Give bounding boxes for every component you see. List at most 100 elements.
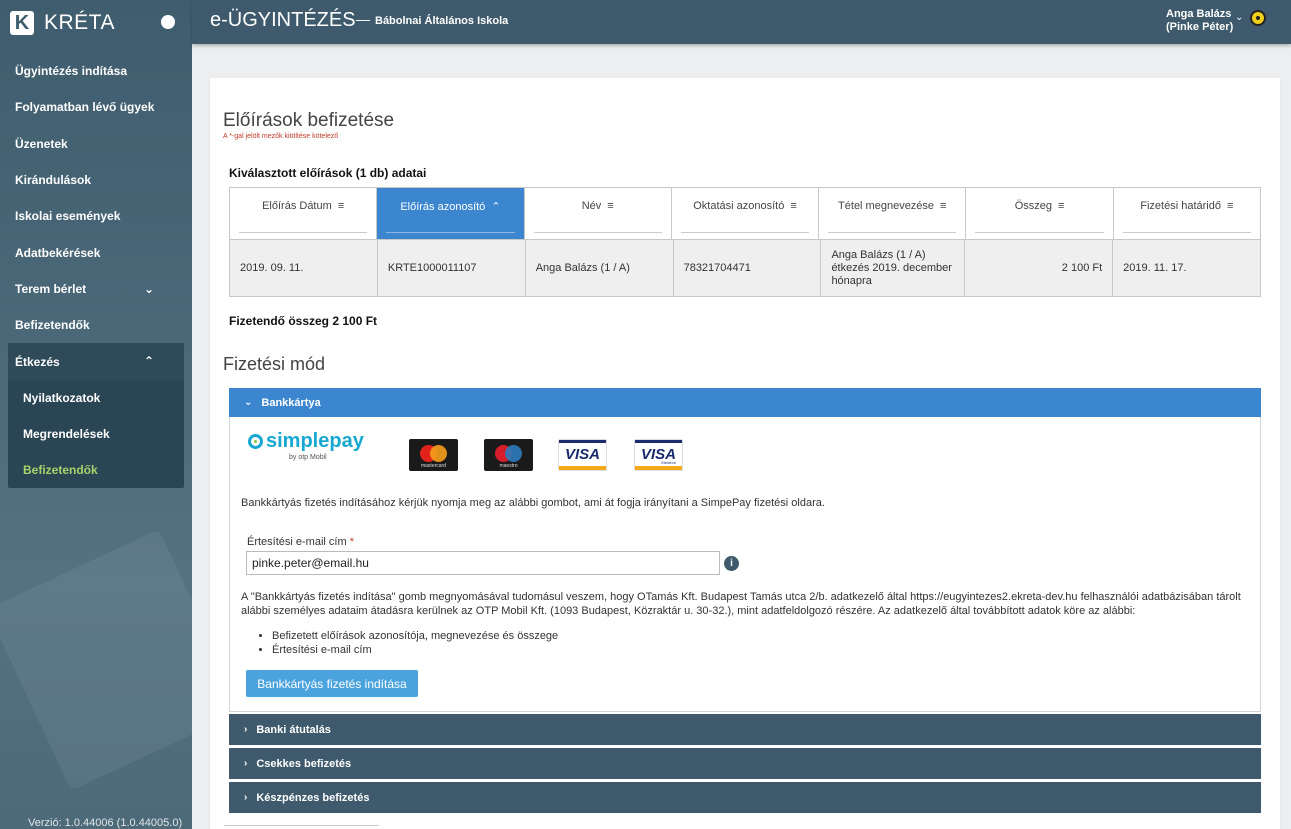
accordion-banki-atutalas: › Banki átutalás [229,714,1261,745]
user-menu[interactable]: Anga Balázs (Pinke Péter) [1166,8,1233,34]
email-label-text: Értesítési e-mail cím [247,536,347,548]
transferred-data-list: Befizetett előírások azonosítója, megnev… [257,629,558,657]
cell-tetel-megnevezese: Anga Balázs (1 / A) étkezés 2019. decemb… [821,240,966,296]
sort-ascending-icon[interactable]: ⌃ [491,200,500,213]
chevron-down-icon: ⌄ [143,281,154,296]
filter-underline [975,232,1104,233]
start-card-payment-button[interactable]: Bankkártyás fizetés indítása [246,670,418,697]
sidebar-item-etkezes[interactable]: Étkezés ⌃ [8,343,184,380]
simplepay-text: simplepay [266,430,364,452]
accordion-csekkes-befizetes: › Csekkes befizetés [229,748,1261,779]
accordion-header-banki-atutalas[interactable]: › Banki átutalás [229,714,1261,745]
filter-icon[interactable]: ≡ [1058,200,1064,212]
email-label: Értesítési e-mail cím * [247,536,354,548]
simplepay-subtitle: by otp Mobil [289,454,327,461]
accordion-body-bankkartya: simplepay by otp Mobil mastercard maestr… [229,417,1261,712]
sidebar-item-label: Üzenetek [15,136,68,151]
cell-osszeg: 2 100 Ft [965,240,1114,296]
maestro-logo-icon: maestro [484,439,533,471]
card-payment-info: Bankkártyás fizetés indításához kérjük n… [241,497,825,509]
app-title: e-ÜGYINTÉZÉS [210,9,356,31]
payment-method-title: Fizetési mód [223,354,326,374]
cell-nev: Anga Balázs (1 / A) [526,240,674,296]
consent-text: A "Bankkártyás fizetés indítása" gomb me… [241,591,1241,617]
info-icon[interactable]: i [724,556,739,571]
maestro-text: maestro [499,463,518,469]
bottom-button-edge [224,825,379,829]
filter-underline [239,232,368,233]
chevron-down-icon[interactable]: ⌄ [1235,12,1243,23]
column-header-eloiras-azonosito[interactable]: Előírás azonosító ⌃ [377,188,525,239]
simplepay-logo: simplepay by otp Mobil [248,430,364,461]
accessibility-icon[interactable] [1250,10,1266,26]
column-header-osszeg[interactable]: Összeg ≡ [966,188,1114,239]
sidebar-item-ugyintezes-inditasa[interactable]: Ügyintézés indítása [0,53,192,89]
sidebar-item-label: Iskolai események [15,209,121,224]
filter-underline [680,232,810,233]
filter-underline [1122,232,1251,233]
filter-icon[interactable]: ≡ [940,200,946,212]
sidebar-item-label: Ügyintézés indítása [15,64,128,79]
filter-icon[interactable]: ≡ [1227,200,1233,212]
accordion-header-bankkartya[interactable]: ⌄ Bankkártya [229,388,1261,417]
items-table: Előírás Dátum ≡ Előírás azonosító ⌃ Név ≡ O… [229,187,1261,297]
accordion-header-keszpenzes-befizetes[interactable]: › Készpénzes befizetés [229,782,1261,813]
app-name: KRÉTA [44,11,115,34]
app-logo[interactable]: K KRÉTA [10,10,115,36]
column-label: Összeg [1014,200,1052,212]
mastercard-logo-icon: mastercard [409,439,458,471]
sidebar: K KRÉTA Ügyintézés indítása Folyamatban … [0,0,192,829]
mastercard-text: mastercard [420,463,446,469]
filter-icon[interactable]: ≡ [790,200,796,212]
sidebar-item-label: Kirándulások [15,173,92,188]
chevron-up-icon: ⌃ [143,354,154,369]
simplepay-icon [248,434,263,449]
chevron-right-icon: › [244,792,248,803]
sidebar-item-label: Folyamatban lévő ügyek [15,100,155,115]
filter-underline [828,232,957,233]
selected-items-title: Kiválasztott előírások (1 db) adatai [229,166,427,180]
column-label: Tétel megnevezése [838,200,935,212]
cell-eloiras-azonosito: KRTE1000011107 [378,240,526,296]
accordion-label: Készpénzes befizetés [256,791,370,804]
column-header-nev[interactable]: Név ≡ [525,188,672,239]
list-item: Befizetett előírások azonosítója, megnev… [272,629,558,643]
kreta-logo-icon: K [10,11,34,35]
sidebar-item-folyamatban[interactable]: Folyamatban lévő ügyek [0,89,192,125]
filter-underline [533,232,662,233]
user-name: Anga Balázs [1166,8,1232,20]
column-header-tetel-megnevezese[interactable]: Tétel megnevezése ≡ [819,188,967,239]
sidebar-subitem-nyilatkozatok[interactable]: Nyilatkozatok [8,380,184,416]
sidebar-toggle-dot-icon[interactable] [161,15,175,29]
school-name: Bábolnai Általános Iskola [375,15,509,27]
column-header-fizetesi-hatarido[interactable]: Fizetési határidő ≡ [1114,188,1260,239]
table-row[interactable]: 2019. 09. 11. KRTE1000011107 Anga Balázs… [230,239,1260,296]
sidebar-item-kirandulasok[interactable]: Kirándulások [0,162,192,198]
sidebar-group-etkezes: Étkezés ⌃ Nyilatkozatok Megrendelések Bef… [8,343,184,488]
visa-electron-logo-icon: VISA Electron [634,439,683,471]
column-header-eloiras-datum[interactable]: Előírás Dátum ≡ [230,188,378,239]
sidebar-subitem-befizetendok[interactable]: Befizetendők [8,452,184,488]
column-header-oktatasi-azonosito[interactable]: Oktatási azonosító ≡ [672,188,820,239]
sidebar-item-uzenetek[interactable]: Üzenetek [0,126,192,162]
accordion-header-csekkes-befizetes[interactable]: › Csekkes befizetés [229,748,1261,779]
column-label: Oktatási azonosító [693,200,785,212]
sidebar-item-terem-berlet[interactable]: Terem bérlet ⌄ [0,271,192,307]
filter-icon[interactable]: ≡ [607,200,613,212]
sidebar-item-label: Befizetendők [15,318,90,333]
filter-icon[interactable]: ≡ [338,200,344,212]
sidebar-item-iskolai-esemenyek[interactable]: Iskolai események [0,198,192,234]
visa-logo-icon: VISA [558,439,607,471]
sidebar-item-befizetendok[interactable]: Befizetendők [0,307,192,343]
table-header: Előírás Dátum ≡ Előírás azonosító ⌃ Név ≡ O… [230,188,1260,239]
required-fields-note: A *-gal jelölt mezők kitöltése kötelező [223,133,339,140]
top-header: e-ÜGYINTÉZÉS — Bábolnai Általános Iskola… [192,0,1291,44]
sidebar-item-adatbekeresek[interactable]: Adatbekérések [0,234,192,270]
chevron-down-icon: ⌄ [244,397,253,408]
sidebar-item-label: Terem bérlet [15,281,87,296]
notification-email-input[interactable] [246,551,720,575]
sidebar-subitem-megrendelesek[interactable]: Megrendelések [8,416,184,452]
total-amount: Fizetendő összeg 2 100 Ft [229,314,378,328]
sidebar-menu: Ügyintézés indítása Folyamatban lévő ügy… [0,53,192,488]
column-label: Előírás Dátum [262,200,332,212]
